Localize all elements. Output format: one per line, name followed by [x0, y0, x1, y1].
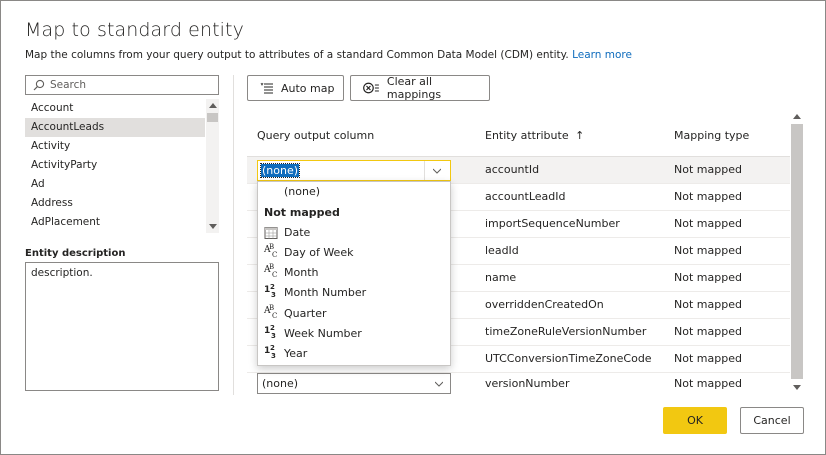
- entity-attribute-cell: name: [485, 271, 517, 284]
- mapping-type-cell: Not mapped: [674, 190, 742, 203]
- dropdown-option[interactable]: 123 Month Number: [258, 283, 450, 303]
- search-icon: [33, 79, 45, 91]
- learn-more-link[interactable]: Learn more: [572, 49, 632, 61]
- combobox-value: (none): [259, 163, 301, 178]
- entity-search-box[interactable]: [25, 75, 219, 95]
- dropdown-option-label: Week Number: [284, 327, 362, 340]
- header-entity-attribute[interactable]: Entity attribute ↑: [485, 129, 584, 142]
- table-scrollbar[interactable]: [790, 110, 804, 394]
- search-input[interactable]: [50, 78, 215, 92]
- header-query-output-column[interactable]: Query output column: [257, 129, 374, 142]
- entity-attribute-cell: timeZoneRuleVersionNumber: [485, 325, 647, 338]
- entity-attribute-cell: leadId: [485, 244, 519, 257]
- query-column-dropdown: (none) Not mapped Date ABC Day of Week A…: [257, 181, 451, 366]
- scroll-thumb[interactable]: [207, 113, 218, 122]
- query-column-combobox[interactable]: (none): [257, 373, 451, 394]
- chevron-down-icon[interactable]: [435, 380, 443, 388]
- entity-description-box: description.: [25, 262, 219, 391]
- entity-list-item[interactable]: Account: [25, 99, 205, 118]
- dropdown-option-label: Date: [284, 226, 311, 239]
- dropdown-option-label: Year: [284, 347, 308, 360]
- dropdown-option-label: Month Number: [284, 286, 367, 299]
- dropdown-option-label: Day of Week: [284, 246, 354, 259]
- entity-list-item[interactable]: ActivityParty: [25, 156, 205, 175]
- mapping-type-cell: Not mapped: [674, 298, 742, 311]
- entity-attribute-cell: versionNumber: [485, 377, 570, 390]
- scroll-up-arrow-icon[interactable]: [209, 103, 217, 108]
- mapping-type-cell: Not mapped: [674, 377, 742, 390]
- auto-map-label: Auto map: [281, 81, 335, 95]
- dropdown-option-label: Month: [284, 266, 319, 279]
- dropdown-option-label: Quarter: [284, 307, 327, 320]
- header-entity-attribute-label: Entity attribute: [485, 129, 569, 142]
- text-type-icon: ABC: [264, 263, 278, 279]
- dropdown-option[interactable]: 123 Year: [258, 344, 450, 364]
- clear-all-mappings-button[interactable]: Clear all mappings: [350, 75, 490, 101]
- panel-divider: [233, 75, 234, 395]
- entity-attribute-cell: importSequenceNumber: [485, 217, 620, 230]
- mapping-type-cell: Not mapped: [674, 271, 742, 284]
- dialog-subtitle-text: Map the columns from your query output t…: [25, 49, 569, 61]
- chevron-down-icon: [433, 168, 441, 174]
- dropdown-group-header: Not mapped: [264, 206, 340, 219]
- number-type-icon: 123: [264, 283, 276, 299]
- entity-list-scrollbar[interactable]: [206, 99, 219, 233]
- entity-attribute-cell: UTCConversionTimeZoneCode: [485, 352, 652, 365]
- scroll-up-arrow-icon[interactable]: [793, 114, 801, 119]
- dialog-title: Map to standard entity: [25, 19, 244, 41]
- entity-attribute-cell: overriddenCreatedOn: [485, 298, 604, 311]
- entity-description-label: Entity description: [25, 248, 126, 259]
- scroll-down-arrow-icon[interactable]: [793, 385, 801, 390]
- number-type-icon: 123: [264, 344, 276, 360]
- scroll-thumb[interactable]: [791, 124, 803, 379]
- dropdown-option[interactable]: ABC Month: [258, 263, 450, 283]
- map-to-standard-entity-dialog: Map to standard entity Map the columns f…: [0, 0, 826, 455]
- mapping-type-cell: Not mapped: [674, 163, 742, 176]
- calendar-icon: [264, 227, 278, 239]
- entity-attribute-cell: accountId: [485, 163, 540, 176]
- mapping-type-cell: Not mapped: [674, 352, 742, 365]
- combobox-value: (none): [262, 377, 299, 390]
- text-type-icon: ABC: [264, 304, 278, 320]
- entity-list-item[interactable]: Activity: [25, 137, 205, 156]
- ok-button[interactable]: OK: [663, 407, 727, 434]
- mapping-type-cell: Not mapped: [674, 244, 742, 257]
- cancel-button[interactable]: Cancel: [740, 407, 804, 434]
- header-mapping-type[interactable]: Mapping type: [674, 129, 749, 142]
- dialog-subtitle: Map the columns from your query output t…: [25, 49, 632, 61]
- entity-list: Account AccountLeads Activity ActivityPa…: [25, 99, 219, 233]
- mapping-type-cell: Not mapped: [674, 325, 742, 338]
- entity-list-item-selected[interactable]: AccountLeads: [25, 118, 205, 137]
- dropdown-option-none[interactable]: (none): [258, 182, 450, 202]
- clear-mappings-icon: [363, 82, 379, 94]
- dropdown-option[interactable]: Date: [258, 223, 450, 243]
- table-row[interactable]: (none) accountId Not mapped: [247, 157, 791, 184]
- entity-attribute-cell: accountLeadId: [485, 190, 566, 203]
- text-type-icon: ABC: [264, 243, 278, 259]
- combobox-toggle[interactable]: [424, 161, 450, 180]
- dropdown-option[interactable]: ABC Quarter: [258, 304, 450, 324]
- dropdown-option[interactable]: 123 Week Number: [258, 324, 450, 344]
- scroll-down-arrow-icon[interactable]: [209, 224, 217, 229]
- number-type-icon: 123: [264, 324, 276, 340]
- auto-map-button[interactable]: Auto map: [247, 75, 344, 101]
- query-column-combobox[interactable]: (none): [257, 160, 451, 181]
- clear-all-mappings-label: Clear all mappings: [386, 75, 442, 101]
- dropdown-option[interactable]: ABC Day of Week: [258, 243, 450, 263]
- entity-list-item[interactable]: Address: [25, 194, 205, 213]
- mapping-type-cell: Not mapped: [674, 217, 742, 230]
- entity-list-item[interactable]: AdPlacement: [25, 213, 205, 232]
- entity-list-item[interactable]: Ad: [25, 175, 205, 194]
- auto-map-icon: [260, 82, 273, 94]
- sort-ascending-icon: ↑: [575, 129, 585, 142]
- table-row[interactable]: (none) versionNumber Not mapped: [247, 371, 791, 398]
